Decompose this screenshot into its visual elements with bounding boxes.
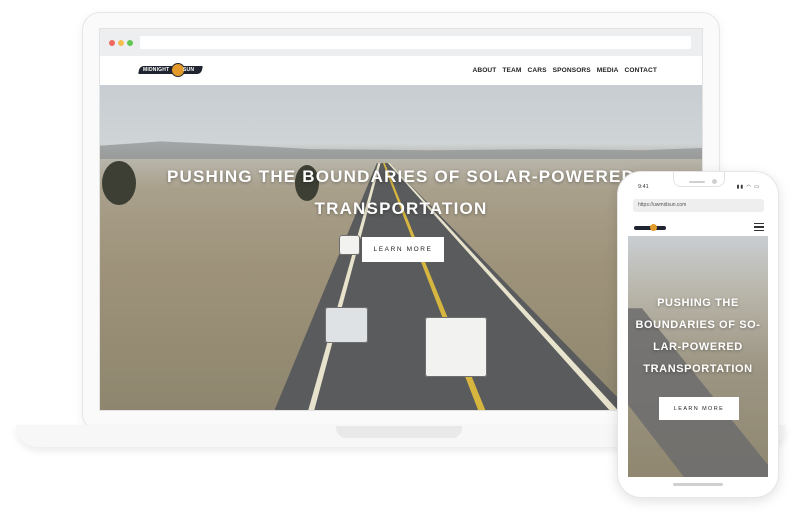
phone-title-line: TRANSPORTATION	[643, 363, 753, 375]
nav-about[interactable]: ABOUT	[472, 67, 496, 74]
close-window-dot[interactable]	[109, 40, 115, 46]
address-bar[interactable]	[140, 36, 691, 49]
phone-frame: 9:41 ▮▮ ◠ ▭ https://uwmidsun.com PUSHING…	[617, 171, 779, 498]
hero-title-line1: PUSHING THE BOUNDARIES OF SOLAR-POWERED	[166, 167, 636, 186]
site-header: MIDNIGHT SUN ABOUT TEAM CARS SPONSORS ME…	[100, 56, 702, 85]
laptop-screen: MIDNIGHT SUN ABOUT TEAM CARS SPONSORS ME…	[99, 28, 703, 411]
midnight-sun-logo[interactable]: MIDNIGHT SUN	[138, 63, 203, 77]
nav-team[interactable]: TEAM	[502, 67, 521, 74]
phone-camera	[712, 179, 717, 184]
midnight-sun-logo[interactable]	[634, 224, 666, 231]
phone-hero-title: PUSHING THE BOUNDARIES OF SO- LAR-POWERE…	[628, 292, 768, 380]
nav-contact[interactable]: CONTACT	[625, 67, 657, 74]
hero-title-line2: TRANSPORTATION	[314, 199, 488, 218]
logo-text-right: SUN	[183, 67, 195, 73]
minimize-window-dot[interactable]	[118, 40, 124, 46]
laptop-trackpad-notch	[336, 426, 462, 438]
phone-home-indicator	[673, 483, 723, 486]
phone-hero-section: PUSHING THE BOUNDARIES OF SO- LAR-POWERE…	[628, 236, 768, 477]
nav-sponsors[interactable]: SPONSORS	[553, 67, 591, 74]
hero-section: PUSHING THE BOUNDARIES OF SOLAR-POWERED …	[100, 85, 702, 410]
phone-learn-more-button[interactable]: LEARN MORE	[659, 397, 739, 420]
logo-text-left: MIDNIGHT	[143, 67, 170, 73]
nav-media[interactable]: MEDIA	[597, 67, 619, 74]
phone-site-header	[628, 218, 768, 236]
main-nav: ABOUT TEAM CARS SPONSORS MEDIA CONTACT	[472, 56, 657, 85]
hero-mountains	[100, 141, 702, 159]
phone-title-line: BOUNDARIES OF SO-	[635, 319, 761, 331]
learn-more-button[interactable]: LEARN MORE	[362, 237, 444, 262]
phone-status-time: 9:41	[638, 184, 649, 190]
browser-toolbar	[100, 29, 702, 56]
hero-car	[339, 235, 360, 255]
phone-title-line: PUSHING THE	[657, 297, 739, 309]
sun-icon	[650, 224, 657, 231]
hamburger-menu-icon[interactable]	[754, 223, 764, 231]
signal-wifi-battery-icon: ▮▮ ◠ ▭	[736, 184, 760, 190]
phone-title-line: LAR-POWERED	[653, 341, 743, 353]
phone-notch	[673, 172, 725, 187]
nav-cars[interactable]: CARS	[528, 67, 547, 74]
hero-truck	[425, 317, 487, 377]
phone-speaker	[689, 181, 705, 183]
hero-title: PUSHING THE BOUNDARIES OF SOLAR-POWERED …	[100, 161, 702, 225]
solar-car	[325, 307, 368, 343]
maximize-window-dot[interactable]	[127, 40, 133, 46]
phone-address-bar[interactable]: https://uwmidsun.com	[633, 199, 764, 212]
